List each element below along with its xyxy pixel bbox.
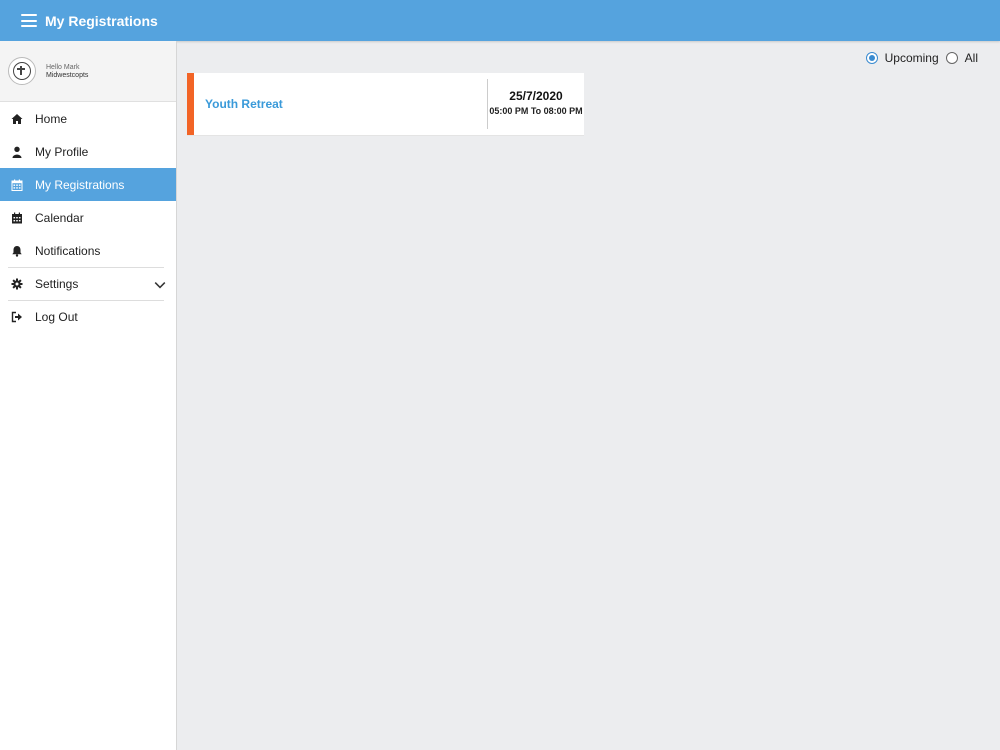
sidebar-item-label: Log Out xyxy=(35,309,78,324)
sidebar-item-notifications[interactable]: Notifications xyxy=(0,234,176,267)
page-title: My Registrations xyxy=(45,12,158,29)
app-header: My Registrations xyxy=(0,0,1000,41)
upcoming-radio[interactable] xyxy=(865,52,878,64)
event-date: 25/7/2020 xyxy=(509,89,563,103)
all-radio-label[interactable]: All xyxy=(965,51,978,65)
sidebar-item-my-registrations[interactable]: My Registrations xyxy=(0,168,176,201)
sidebar-item-settings[interactable]: Settings xyxy=(0,267,176,300)
sidebar-item-label: My Registrations xyxy=(35,177,125,192)
sidebar-item-calendar[interactable]: Calendar xyxy=(0,201,176,234)
sidebar-item-my-profile[interactable]: My Profile xyxy=(0,135,176,168)
sidebar: Hello Mark Midwestcopts Home My Profile … xyxy=(0,41,177,750)
user-icon xyxy=(11,146,23,158)
calendar-icon xyxy=(11,212,23,224)
profile-panel: Hello Mark Midwestcopts xyxy=(0,41,176,102)
home-icon xyxy=(11,113,23,125)
church-logo-icon xyxy=(13,62,31,80)
profile-organization: Midwestcopts xyxy=(46,71,89,79)
event-title[interactable]: Youth Retreat xyxy=(194,73,487,135)
upcoming-radio-label[interactable]: Upcoming xyxy=(885,51,939,65)
gear-icon xyxy=(11,278,23,290)
avatar xyxy=(8,57,36,85)
sidebar-item-label: Home xyxy=(35,111,68,126)
profile-greeting: Hello Mark xyxy=(46,63,80,71)
chevron-down-icon[interactable] xyxy=(154,279,166,291)
sidebar-item-label: Settings xyxy=(35,276,79,291)
sidebar-item-label: Notifications xyxy=(35,243,101,258)
sidebar-item-home[interactable]: Home xyxy=(0,102,176,135)
sidebar-nav: Home My Profile My Registrations Calenda… xyxy=(0,102,176,333)
calendar-grid-icon xyxy=(11,179,23,191)
sidebar-item-label: Calendar xyxy=(35,210,84,225)
sidebar-item-label: My Profile xyxy=(35,144,89,159)
event-color-bar xyxy=(187,73,194,135)
bell-icon xyxy=(11,245,23,257)
all-radio[interactable] xyxy=(945,52,958,64)
registration-filter: Upcoming All xyxy=(865,51,978,65)
event-time: 05:00 PM To 08:00 PM xyxy=(489,106,583,116)
registration-card[interactable]: Youth Retreat 25/7/2020 05:00 PM To 08:0… xyxy=(187,73,584,136)
event-datetime: 25/7/2020 05:00 PM To 08:00 PM xyxy=(488,73,584,135)
logout-icon xyxy=(11,311,23,323)
sidebar-item-log-out[interactable]: Log Out xyxy=(0,300,176,333)
menu-icon[interactable] xyxy=(21,14,37,27)
